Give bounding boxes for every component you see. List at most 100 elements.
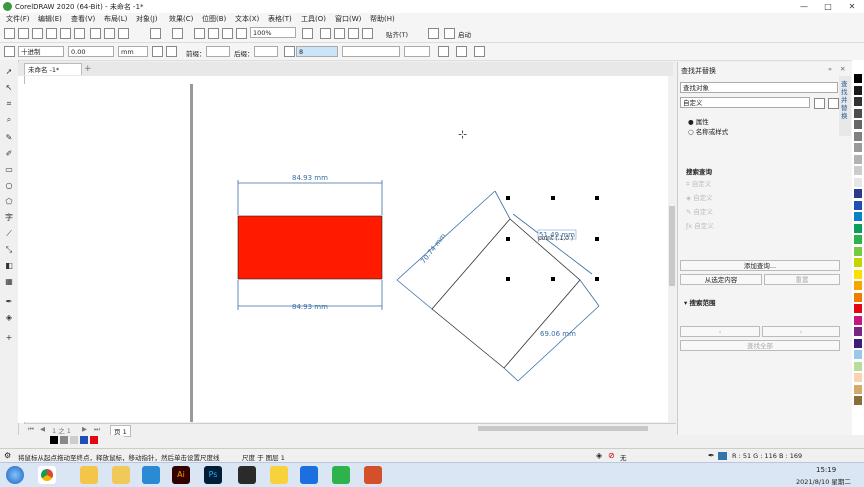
doc-color-black[interactable] bbox=[50, 436, 58, 444]
pick-tool-icon[interactable]: ➚ bbox=[4, 67, 14, 77]
docker-side-tab[interactable]: 查找并替换 bbox=[839, 76, 851, 136]
palette-swatch[interactable] bbox=[854, 384, 862, 394]
palette-swatch[interactable] bbox=[854, 177, 862, 187]
interactive-fill-icon[interactable]: ◈ bbox=[4, 313, 14, 323]
palette-swatch[interactable] bbox=[854, 361, 862, 371]
ie-browser-icon[interactable] bbox=[142, 466, 160, 484]
menu-help[interactable]: 帮助(H) bbox=[370, 14, 395, 24]
search-content-icon[interactable] bbox=[194, 28, 205, 39]
redo-icon[interactable] bbox=[172, 28, 183, 39]
prefix-input[interactable] bbox=[206, 46, 230, 57]
connector-tool-icon[interactable]: ⤡ bbox=[4, 245, 14, 255]
palette-swatch[interactable] bbox=[854, 338, 862, 348]
next-result-button[interactable]: › bbox=[762, 326, 840, 337]
palette-swatch[interactable] bbox=[854, 373, 862, 382]
last-page-icon[interactable]: ⏭ bbox=[94, 425, 100, 434]
outline-pen-icon[interactable]: ✒ bbox=[708, 451, 715, 460]
palette-swatch[interactable] bbox=[854, 223, 862, 233]
add-icon[interactable] bbox=[474, 46, 485, 57]
horizontal-scroll-thumb[interactable] bbox=[478, 426, 648, 431]
palette-swatch[interactable] bbox=[854, 166, 862, 175]
outline-width-select[interactable] bbox=[342, 46, 400, 57]
add-tab-icon[interactable]: + bbox=[84, 64, 94, 74]
drop-shadow-icon[interactable]: ◧ bbox=[4, 261, 14, 271]
menu-tools[interactable]: 工具(O) bbox=[301, 14, 326, 24]
arrowhead-select[interactable] bbox=[404, 46, 430, 57]
radio-properties[interactable]: ● 属性 bbox=[688, 116, 709, 126]
red-rectangle[interactable] bbox=[237, 215, 383, 280]
text-position-icon[interactable] bbox=[438, 46, 449, 57]
options-gear-icon[interactable] bbox=[428, 28, 439, 39]
full-screen-icon[interactable] bbox=[302, 28, 313, 39]
paste-icon[interactable] bbox=[118, 28, 129, 39]
query-item-2[interactable]: ◈ 自定义 bbox=[686, 192, 713, 202]
doc-color-blue[interactable] bbox=[80, 436, 88, 444]
menu-layout[interactable]: 布局(L) bbox=[104, 14, 127, 24]
menu-edit[interactable]: 编辑(E) bbox=[38, 14, 62, 24]
dimension-style-select[interactable]: 十进制 bbox=[18, 46, 64, 57]
polygon-tool-icon[interactable]: ⬠ bbox=[4, 197, 14, 207]
menu-bitmaps[interactable]: 位图(B) bbox=[202, 14, 226, 24]
palette-swatch[interactable] bbox=[854, 97, 862, 106]
units-display-icon[interactable] bbox=[166, 46, 177, 57]
file-explorer-icon[interactable] bbox=[112, 466, 130, 484]
dimension-style-icon[interactable] bbox=[4, 46, 15, 57]
transparency-icon[interactable]: ▦ bbox=[4, 277, 14, 287]
text-tool-icon[interactable]: 字 bbox=[4, 213, 14, 223]
palette-swatch[interactable] bbox=[854, 189, 862, 198]
minimize-button[interactable]: — bbox=[792, 1, 816, 12]
menu-effects[interactable]: 效果(C) bbox=[169, 14, 193, 24]
parallel-dimension-icon[interactable]: ⟋ bbox=[4, 229, 14, 239]
reset-button[interactable]: 重置 bbox=[764, 274, 840, 285]
zoom-tool-icon[interactable]: ⌕ bbox=[4, 115, 14, 125]
import-icon[interactable] bbox=[208, 28, 219, 39]
palette-swatch[interactable] bbox=[854, 120, 862, 129]
palette-swatch[interactable] bbox=[854, 281, 862, 290]
new-document-icon[interactable] bbox=[4, 28, 15, 39]
document-tab[interactable]: 未命名 -1* bbox=[24, 63, 82, 75]
dimension-precision-select[interactable]: 0.00 bbox=[68, 46, 114, 57]
coreldraw-task-icon[interactable] bbox=[332, 466, 350, 484]
cinema4d-icon[interactable] bbox=[238, 466, 256, 484]
palette-swatch[interactable] bbox=[854, 258, 862, 267]
start-button[interactable] bbox=[6, 466, 24, 484]
palette-swatch[interactable] bbox=[854, 315, 862, 325]
page-border-icon[interactable] bbox=[362, 28, 373, 39]
menu-text[interactable]: 文本(X) bbox=[235, 14, 259, 24]
close-button[interactable]: ✕ bbox=[840, 1, 864, 12]
docker-close-icon[interactable]: ✕ bbox=[840, 65, 845, 73]
palette-swatch[interactable] bbox=[854, 304, 862, 313]
query-item-4[interactable]: ƒx 自定义 bbox=[686, 220, 714, 230]
palette-swatch[interactable] bbox=[854, 292, 862, 302]
crop-tool-icon[interactable]: ⌗ bbox=[4, 99, 14, 109]
palette-swatch[interactable] bbox=[854, 108, 862, 118]
copy-icon[interactable] bbox=[104, 28, 115, 39]
fill-icon[interactable]: ◈ bbox=[596, 451, 602, 460]
illustrator-icon[interactable]: Ai bbox=[172, 466, 190, 484]
palette-swatch[interactable] bbox=[854, 246, 862, 256]
pdf-icon[interactable] bbox=[236, 28, 247, 39]
doc-color-gray[interactable] bbox=[60, 436, 68, 444]
grid-icon[interactable] bbox=[334, 28, 345, 39]
maximize-button[interactable]: □ bbox=[816, 1, 840, 12]
palette-swatch[interactable] bbox=[854, 200, 862, 210]
palette-swatch[interactable] bbox=[854, 269, 862, 279]
top-dimension[interactable] bbox=[237, 180, 383, 215]
save-query-icon[interactable] bbox=[828, 98, 839, 109]
rectangle-tool-icon[interactable]: ▭ bbox=[4, 165, 14, 175]
zoom-select[interactable]: 100% bbox=[250, 27, 296, 38]
palette-swatch[interactable] bbox=[854, 74, 862, 83]
snap-to-button[interactable]: 贴齐(T) bbox=[386, 29, 408, 39]
palette-swatch[interactable] bbox=[854, 407, 862, 417]
menu-table[interactable]: 表格(T) bbox=[268, 14, 292, 24]
open-icon[interactable] bbox=[18, 28, 29, 39]
palette-swatch[interactable] bbox=[854, 154, 862, 164]
archive-app-icon[interactable] bbox=[364, 466, 382, 484]
palette-swatch[interactable] bbox=[854, 235, 862, 244]
palette-swatch[interactable] bbox=[854, 212, 862, 221]
freehand-tool-icon[interactable]: ✎ bbox=[4, 133, 14, 143]
launch-button[interactable]: 启动 bbox=[458, 29, 471, 39]
palette-swatch[interactable] bbox=[854, 85, 862, 95]
open-folder-icon[interactable] bbox=[814, 98, 825, 109]
query-item-3[interactable]: ✎ 自定义 bbox=[686, 206, 713, 216]
